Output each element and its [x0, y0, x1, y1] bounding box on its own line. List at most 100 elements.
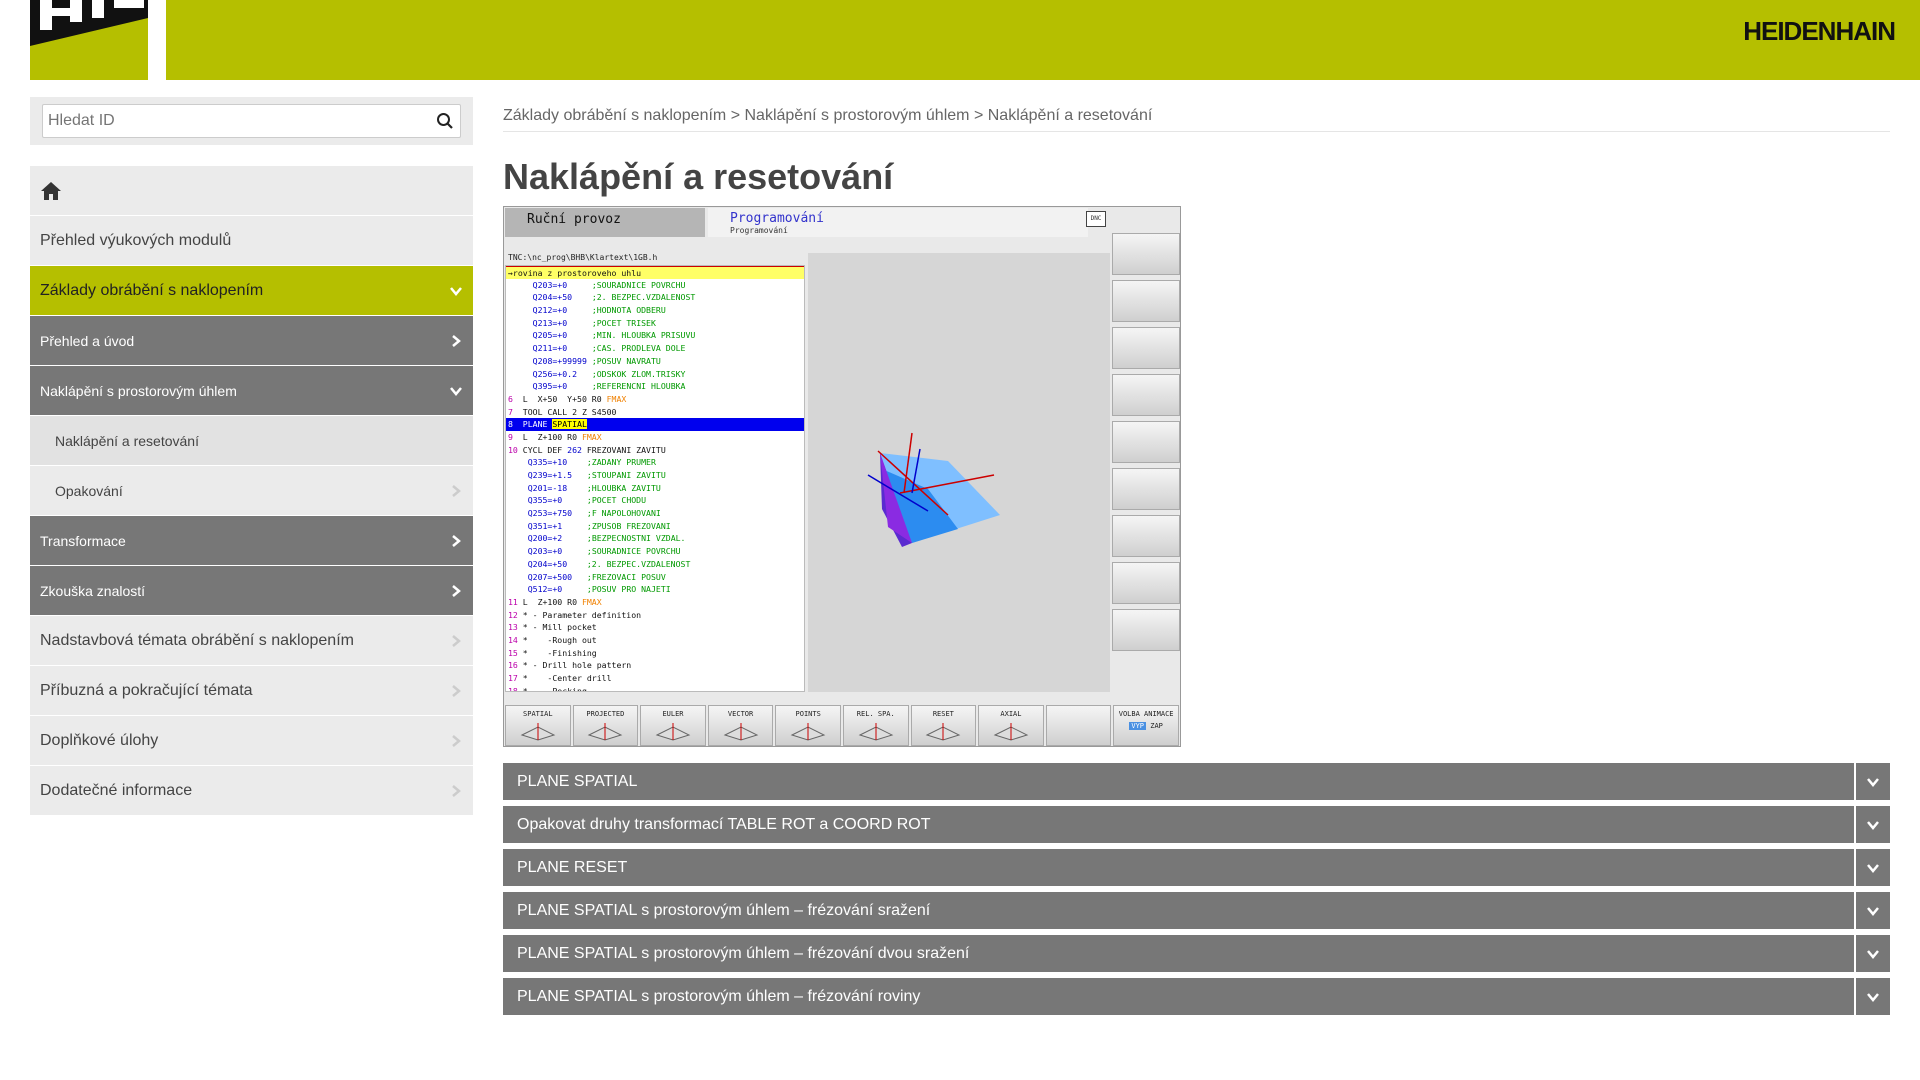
dnc-icon: DNC [1086, 211, 1106, 227]
accordion-plane-reset[interactable]: PLANE RESET [503, 849, 1890, 886]
sidebar-item-label: Zkouška znalostí [40, 582, 146, 599]
sidebar-item-tilt-reset[interactable]: Naklápění a resetování [30, 416, 473, 466]
sidebar-item-advanced-topics[interactable]: Nadstavbová témata obrábění s naklopením [30, 616, 473, 666]
sidebar-item-overview-intro[interactable]: Přehled a úvod [30, 316, 473, 366]
accordion-plane-spatial[interactable]: PLANE SPATIAL [503, 763, 1890, 800]
chevron-right-icon [452, 734, 461, 747]
softkey-euler[interactable]: EULER [640, 705, 706, 746]
softkey-label: VECTOR [727, 710, 754, 718]
softkey-blank[interactable] [1112, 468, 1180, 510]
sidebar-item-additional-info[interactable]: Dodatečné informace [30, 766, 473, 816]
accordion-toggle[interactable] [1854, 978, 1890, 1015]
softkey-blank[interactable] [1112, 327, 1180, 369]
hit-logo[interactable] [30, 0, 148, 80]
sidebar-item-repetition[interactable]: Opakování [30, 466, 473, 516]
sidebar-item-transformations[interactable]: Transformace [30, 516, 473, 566]
softkey-empty[interactable] [1045, 705, 1112, 746]
sidebar-item-knowledge-test[interactable]: Zkouška znalostí [30, 566, 473, 616]
chevron-right-icon [452, 784, 461, 797]
softkey-blank[interactable] [1112, 609, 1180, 651]
sidebar-item-overview-modules[interactable]: Přehled výukových modulů [30, 216, 473, 266]
header: HEIDENHAIN [0, 0, 1920, 80]
plane-icon [520, 723, 556, 741]
sidebar-item-label: Transformace [40, 532, 126, 549]
softkey-blank[interactable] [1112, 562, 1180, 604]
softkey-axial[interactable]: AXIAL [978, 705, 1044, 746]
tnc-screenshot: Ruční provoz Programování Programování DN… [503, 206, 1181, 747]
plane-icon [655, 723, 691, 741]
softkey-points[interactable]: POINTS [775, 705, 841, 746]
softkey-label: SPATIAL [523, 710, 553, 718]
sidebar-item-label: Dodatečné informace [40, 781, 193, 799]
sidebar-item-spatial-angle[interactable]: Naklápění s prostorovým úhlem [30, 366, 473, 416]
sidebar-item-label: Přehled výukových modulů [40, 231, 232, 249]
softkey-blank[interactable] [1112, 374, 1180, 416]
breadcrumb-link[interactable]: Naklápění s prostorovým úhlem [745, 107, 970, 124]
page-title: Naklápění a resetování [503, 156, 894, 197]
softkey-blank[interactable] [1112, 421, 1180, 463]
chevron-right-icon [452, 684, 461, 697]
softkey-rel-spa[interactable]: REL. SPA. [842, 705, 909, 746]
accordion-chamfer[interactable]: PLANE SPATIAL s prostorovým úhlem – fréz… [503, 892, 1890, 929]
softkey-label: RESET [932, 710, 954, 718]
program-path: TNC:\nc_prog\BHB\Klartext\1GB.h [508, 253, 658, 262]
sidebar-item-label: Základy obrábění s naklopením [40, 281, 264, 299]
sidebar: Přehled výukových modulů Základy obráběn… [30, 97, 473, 816]
accordion-table-rot-coord-rot[interactable]: Opakovat druhy transformací TABLE ROT a … [503, 806, 1890, 843]
plane-icon [926, 723, 961, 741]
accordion-toggle[interactable] [1854, 849, 1890, 886]
main-content: Základy obrábění s naklopením > Naklápěn… [503, 97, 1890, 1021]
breadcrumb-separator: > [973, 107, 984, 124]
home-link[interactable] [30, 166, 473, 216]
mode-programming-label: Programování [730, 211, 824, 226]
softkey-blank[interactable] [1112, 515, 1180, 557]
sidebar-item-related-topics[interactable]: Příbuzná a pokračující témata [30, 666, 473, 716]
accordion-list: PLANE SPATIAL Opakovat druhy transformac… [503, 763, 1890, 1015]
chevron-down-icon [1867, 992, 1879, 1002]
accordion-label: PLANE SPATIAL [517, 772, 638, 790]
search-input[interactable] [43, 105, 419, 137]
softkey-label: AXIAL [1000, 710, 1022, 718]
sidebar-item-label: Příbuzná a pokračující témata [40, 681, 253, 699]
accordion-label: PLANE SPATIAL s prostorovým úhlem – fréz… [517, 944, 970, 962]
chevron-down-icon [1867, 777, 1879, 787]
accordion-label: Opakovat druhy transformací TABLE ROT a … [517, 815, 931, 833]
plane-icon [993, 723, 1029, 741]
plane-icon [723, 723, 758, 741]
sidebar-item-label: Doplňkové úlohy [40, 731, 159, 749]
softkey-animation[interactable]: VOLBA ANIMACE VYP ZAP [1113, 705, 1179, 746]
chevron-down-icon [1867, 949, 1879, 959]
softkey-blank[interactable] [1112, 233, 1180, 275]
accordion-toggle[interactable] [1854, 806, 1890, 843]
sidebar-item-label: Opakování [55, 482, 123, 499]
nc-program-listing: →rovina z prostoroveho uhlu Q203=+0 ;SOU… [505, 265, 805, 692]
accordion-toggle[interactable] [1854, 763, 1890, 800]
search-field-wrap [42, 104, 461, 138]
brand-name: HEIDENHAIN [1743, 16, 1896, 46]
sidebar-item-tilting-basics[interactable]: Základy obrábění s naklopením [30, 266, 473, 316]
breadcrumb-link[interactable]: Základy obrábění s naklopením [503, 107, 726, 124]
accordion-two-chamfers[interactable]: PLANE SPATIAL s prostorovým úhlem – fréz… [503, 935, 1890, 972]
softkey-projected[interactable]: PROJECTED [572, 705, 639, 746]
mode-programming: Programování Programování [708, 208, 1088, 237]
softkey-blank[interactable] [1112, 280, 1180, 322]
3d-preview [808, 253, 1110, 692]
accordion-toggle[interactable] [1854, 935, 1890, 972]
chevron-down-icon [1867, 820, 1879, 830]
horizontal-softkeys: SPATIAL PROJECTED EULER VECTOR POINTS RE… [505, 705, 1181, 746]
search-icon[interactable] [436, 112, 454, 130]
anim-on-label: ZAP [1150, 722, 1163, 730]
chevron-right-icon [452, 584, 461, 597]
softkey-spatial[interactable]: SPATIAL [505, 705, 571, 746]
softkey-vector[interactable]: VECTOR [707, 705, 774, 746]
sidebar-item-extra-tasks[interactable]: Doplňkové úlohy [30, 716, 473, 766]
softkey-label: VOLBA ANIMACE [1118, 710, 1174, 718]
breadcrumb-separator: > [730, 107, 741, 124]
softkey-reset[interactable]: RESET [910, 705, 977, 746]
plane-icon [858, 723, 894, 741]
tilted-plane-graphic [867, 432, 1000, 547]
accordion-plane[interactable]: PLANE SPATIAL s prostorovým úhlem – fréz… [503, 978, 1890, 1015]
accordion-label: PLANE SPATIAL s prostorovým úhlem – fréz… [517, 987, 921, 1005]
chevron-down-icon [1867, 906, 1879, 916]
accordion-toggle[interactable] [1854, 892, 1890, 929]
